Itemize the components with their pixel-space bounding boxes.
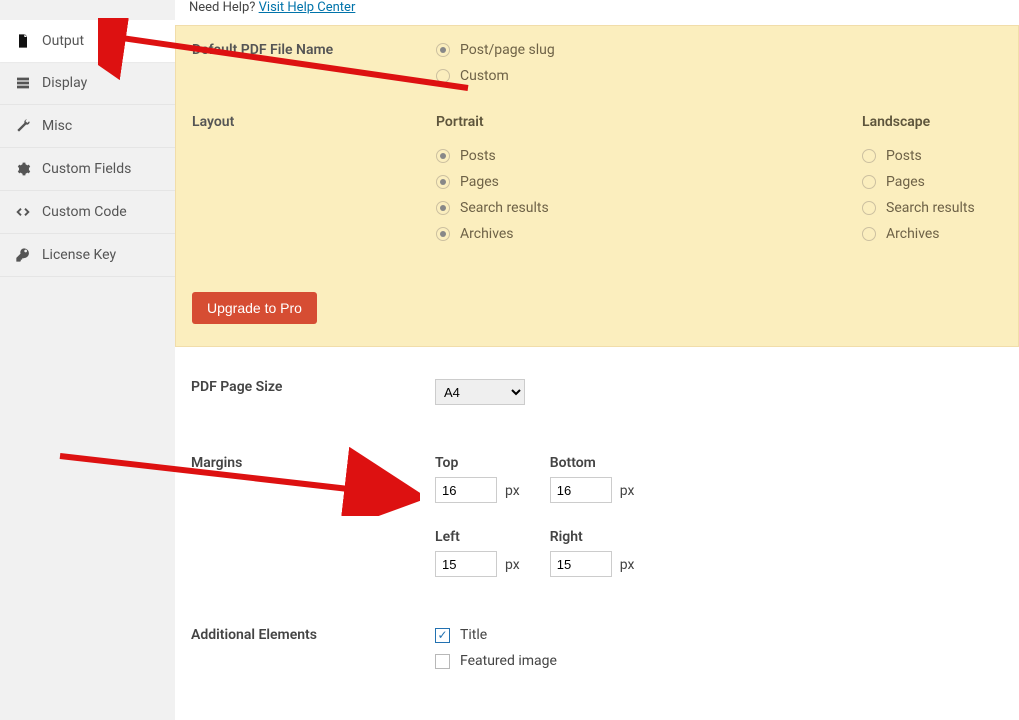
sidebar-item-license-key[interactable]: License Key [0, 234, 175, 277]
filename-label: Default PDF File Name [192, 42, 436, 58]
additional-title[interactable]: Title [435, 627, 557, 643]
radio-icon [862, 227, 876, 241]
gear-icon [14, 160, 32, 178]
unit-label: px [620, 557, 635, 573]
layout-label: Layout [192, 114, 436, 130]
radio-icon [436, 69, 450, 83]
radio-icon [862, 149, 876, 163]
sidebar-item-label: Custom Fields [42, 161, 131, 177]
radio-icon [436, 175, 450, 189]
radio-icon [436, 149, 450, 163]
settings-content: Need Help? Visit Help Center Default PDF… [175, 0, 1019, 720]
additional-elements-label: Additional Elements [191, 627, 435, 643]
margin-bottom-field: Bottom px [550, 455, 635, 503]
landscape-heading: Landscape [862, 114, 1002, 130]
margin-name: Bottom [550, 455, 635, 471]
portrait-posts[interactable]: Posts [436, 148, 862, 164]
grid-icon [14, 74, 32, 92]
margin-name: Right [550, 529, 635, 545]
option-label: Archives [460, 226, 514, 242]
margin-left-input[interactable] [435, 551, 497, 577]
sidebar-item-display[interactable]: Display [0, 62, 175, 105]
sidebar-item-output[interactable]: Output [0, 20, 175, 62]
sidebar-item-label: Display [42, 75, 87, 91]
sidebar-item-custom-fields[interactable]: Custom Fields [0, 148, 175, 191]
help-line: Need Help? Visit Help Center [175, 0, 1019, 25]
help-prefix: Need Help? [189, 0, 259, 15]
radio-icon [436, 43, 450, 57]
landscape-search-results[interactable]: Search results [862, 200, 1002, 216]
radio-icon [862, 175, 876, 189]
filename-option-custom[interactable]: Custom [436, 68, 555, 84]
sidebar-item-label: License Key [42, 247, 116, 263]
option-label: Custom [460, 68, 509, 84]
margin-top-input[interactable] [435, 477, 497, 503]
margin-right-input[interactable] [550, 551, 612, 577]
portrait-pages[interactable]: Pages [436, 174, 862, 190]
landscape-pages[interactable]: Pages [862, 174, 1002, 190]
page-size-select[interactable]: A4 [435, 379, 525, 405]
landscape-posts[interactable]: Posts [862, 148, 1002, 164]
upgrade-to-pro-button[interactable]: Upgrade to Pro [192, 292, 317, 324]
option-label: Posts [460, 148, 496, 164]
sidebar-item-misc[interactable]: Misc [0, 105, 175, 148]
checkbox-icon [435, 654, 450, 669]
document-icon [14, 32, 32, 50]
option-label: Archives [886, 226, 940, 242]
checkbox-icon [435, 628, 450, 643]
sidebar-item-label: Misc [42, 118, 72, 134]
key-icon [14, 246, 32, 264]
code-icon [14, 203, 32, 221]
margin-name: Left [435, 529, 520, 545]
portrait-search-results[interactable]: Search results [436, 200, 862, 216]
unit-label: px [620, 483, 635, 499]
sidebar-item-custom-code[interactable]: Custom Code [0, 191, 175, 234]
option-label: Search results [460, 200, 549, 216]
option-label: Pages [886, 174, 925, 190]
layout-landscape-column: Landscape Posts Pages Search results [862, 114, 1002, 252]
margins-label: Margins [191, 455, 435, 471]
page-size-label: PDF Page Size [191, 379, 435, 395]
settings-sidebar: Output Display Misc Custom Fields Custom… [0, 0, 175, 720]
unit-label: px [505, 483, 520, 499]
additional-featured-image[interactable]: Featured image [435, 653, 557, 669]
option-label: Post/page slug [460, 42, 555, 58]
sidebar-item-label: Output [42, 33, 84, 49]
filename-option-slug[interactable]: Post/page slug [436, 42, 555, 58]
margin-bottom-input[interactable] [550, 477, 612, 503]
option-label: Pages [460, 174, 499, 190]
portrait-archives[interactable]: Archives [436, 226, 862, 242]
radio-icon [436, 227, 450, 241]
option-label: Search results [886, 200, 975, 216]
help-center-link[interactable]: Visit Help Center [259, 0, 356, 15]
wrench-icon [14, 117, 32, 135]
option-label: Posts [886, 148, 922, 164]
margin-name: Top [435, 455, 520, 471]
option-label: Featured image [460, 653, 557, 669]
margin-top-field: Top px [435, 455, 520, 503]
margin-left-field: Left px [435, 529, 520, 577]
landscape-archives[interactable]: Archives [862, 226, 1002, 242]
portrait-heading: Portrait [436, 114, 862, 130]
option-label: Title [460, 627, 487, 643]
radio-icon [862, 201, 876, 215]
unit-label: px [505, 557, 520, 573]
margin-right-field: Right px [550, 529, 635, 577]
sidebar-item-label: Custom Code [42, 204, 127, 220]
filename-options: Post/page slug Custom [436, 42, 555, 84]
layout-portrait-column: Portrait Posts Pages Search results [436, 114, 862, 252]
radio-icon [436, 201, 450, 215]
pro-locked-panel: Default PDF File Name Post/page slug Cus… [175, 25, 1019, 347]
